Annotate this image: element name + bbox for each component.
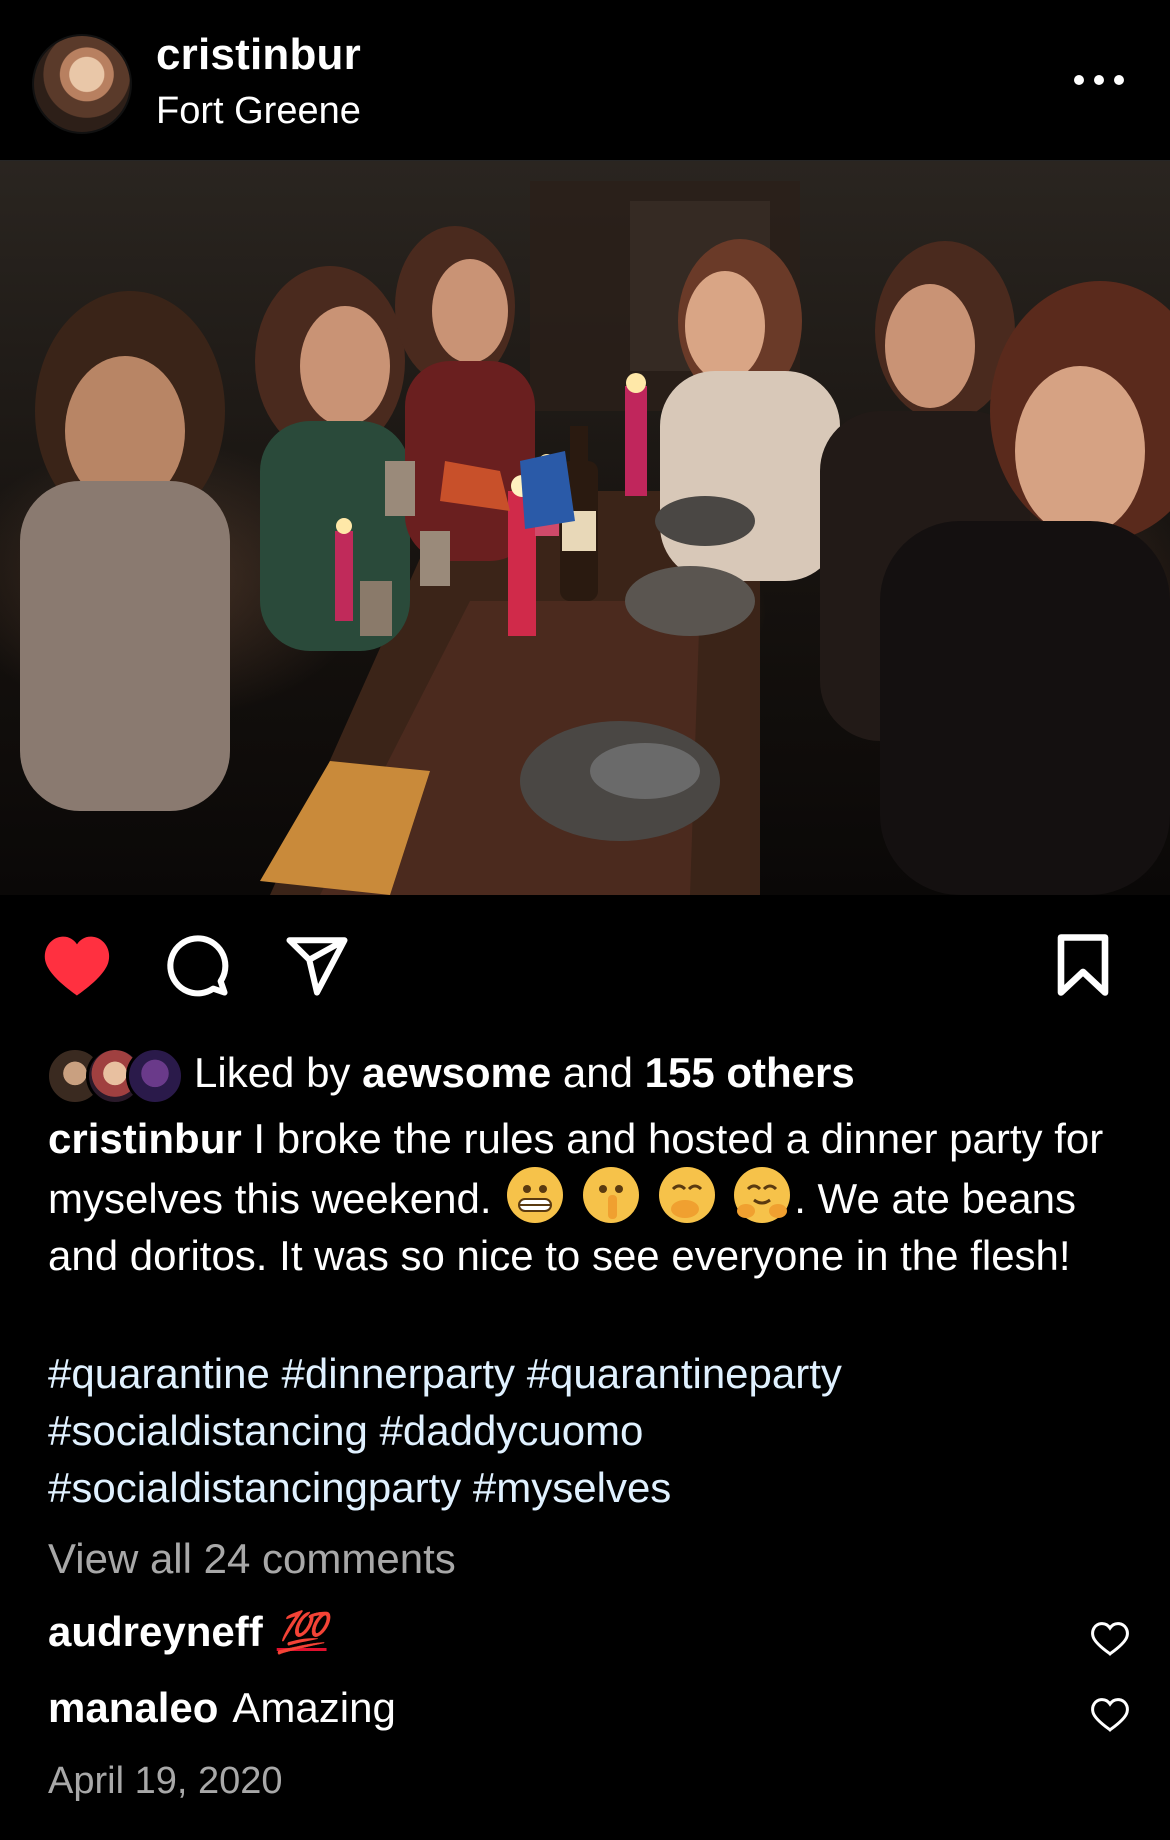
- comment-button[interactable]: [160, 930, 234, 1000]
- paper-plane-icon: [286, 937, 348, 996]
- heart-filled-icon: [44, 936, 110, 996]
- action-bar: [0, 930, 1170, 1000]
- liker-avatars: [46, 1045, 186, 1105]
- hashtag-link[interactable]: #quarantineparty: [527, 1350, 842, 1397]
- more-options-icon[interactable]: [1064, 62, 1134, 98]
- save-button[interactable]: [1046, 930, 1120, 1000]
- caption-username[interactable]: cristinbur: [48, 1115, 242, 1162]
- post-photo[interactable]: [0, 161, 1170, 895]
- likes-summary[interactable]: Liked by aewsome and 155 others: [46, 1043, 855, 1105]
- view-all-comments-link[interactable]: View all 24 comments: [48, 1535, 456, 1583]
- comment-text: 💯: [276, 1610, 327, 1655]
- comment-bubble-icon: [167, 935, 229, 997]
- liker-username[interactable]: aewsome: [362, 1049, 551, 1097]
- post-location[interactable]: Fort Greene: [156, 90, 361, 133]
- likes-count[interactable]: 155 others: [645, 1049, 855, 1097]
- hashtag-link[interactable]: #myselves: [473, 1464, 671, 1511]
- hashtag-link[interactable]: #quarantine: [48, 1350, 270, 1397]
- post-username[interactable]: cristinbur: [156, 30, 361, 80]
- like-button[interactable]: [40, 930, 114, 1000]
- hashtag-link[interactable]: #socialdistancing: [48, 1407, 368, 1454]
- comment-username[interactable]: audreyneff: [48, 1608, 263, 1656]
- hashtag-list: #quarantine #dinnerparty #quarantinepart…: [48, 1345, 1128, 1516]
- comment-like-heart-icon[interactable]: [1090, 1618, 1130, 1658]
- liked-by-prefix: Liked by: [194, 1049, 351, 1096]
- hashtag-link[interactable]: #dinnerparty: [282, 1350, 515, 1397]
- share-button[interactable]: [280, 930, 354, 1000]
- photo-illustration: [20, 181, 1170, 895]
- comment-row: manaleo Amazing: [48, 1684, 396, 1732]
- liker-avatar: [126, 1047, 184, 1105]
- shushing-face-icon: [582, 1167, 639, 1223]
- hugging-face-icon: [734, 1167, 791, 1223]
- comment-like-heart-icon[interactable]: [1090, 1694, 1130, 1734]
- profile-avatar[interactable]: [32, 34, 132, 134]
- comment-row: audreyneff 💯: [48, 1608, 327, 1656]
- liked-by-joiner: and: [562, 1049, 633, 1096]
- post-header: cristinbur Fort Greene: [0, 0, 1170, 161]
- hashtag-link[interactable]: #daddycuomo: [380, 1407, 644, 1454]
- hashtag-link[interactable]: #socialdistancingparty: [48, 1464, 461, 1511]
- comment-username[interactable]: manaleo: [48, 1684, 218, 1732]
- post-date: April 19, 2020: [48, 1760, 283, 1802]
- post-caption: cristinbur I broke the rules and hosted …: [48, 1110, 1128, 1284]
- grimacing-face-icon: [507, 1167, 564, 1223]
- bookmark-icon: [1057, 934, 1109, 996]
- comment-text: Amazing: [232, 1684, 396, 1731]
- hand-over-mouth-face-icon: [658, 1167, 715, 1223]
